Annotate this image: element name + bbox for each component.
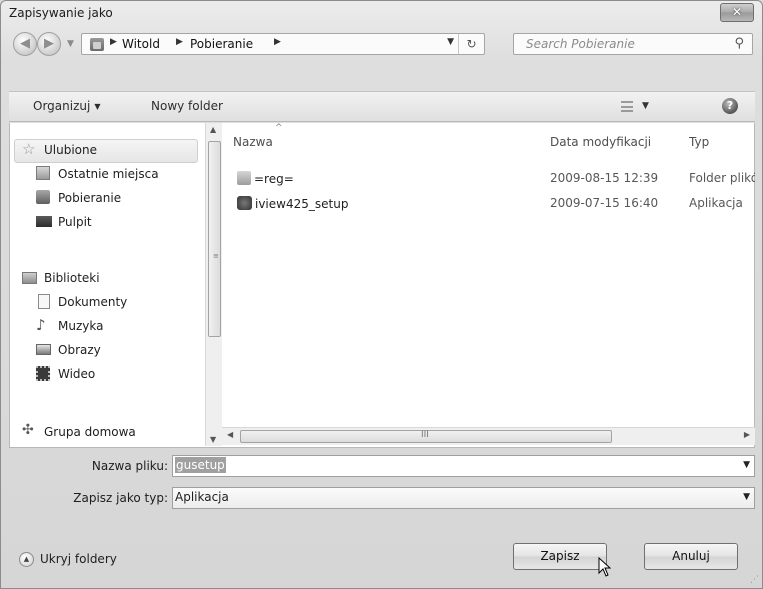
navpane-vertical-scrollbar[interactable]: ▲ ≡ ▼ [205, 123, 222, 446]
nav-item-label: Obrazy [58, 343, 101, 357]
chevron-down-icon[interactable]: ▼ [743, 492, 750, 502]
breadcrumb-item-witold[interactable]: Witold [122, 37, 160, 51]
filetype-select[interactable]: Aplikacja ▼ [172, 487, 755, 509]
address-bar[interactable]: ▶ Witold ▶ Pobieranie ▶ ▼ ↻ [81, 33, 485, 55]
filename-field[interactable]: gusetup ▼ [172, 455, 755, 477]
breadcrumb-separator-icon[interactable]: ▶ [176, 37, 183, 47]
save-as-dialog: Zapisywanie jako ✕ ◀ ▶ ▼ ▶ Witold ▶ Pobi… [0, 0, 763, 589]
forward-arrow-icon: ▶ [44, 36, 54, 51]
views-dropdown-icon[interactable]: ▼ [642, 101, 649, 111]
selected-highlight [14, 139, 198, 163]
star-icon: ☆ [22, 140, 36, 158]
file-type: Folder plików [689, 171, 755, 185]
filelist-horizontal-scrollbar[interactable]: ◀ III ▶ [222, 427, 755, 445]
command-toolbar: Organizuj ▼ Nowy folder ▼ ? [9, 91, 755, 122]
recent-places-icon [36, 166, 50, 180]
save-button[interactable]: Zapisz [513, 543, 607, 570]
title-bar: Zapisywanie jako ✕ [1, 1, 762, 25]
file-date: 2009-07-15 16:40 [550, 196, 659, 210]
filetype-value: Aplikacja [175, 490, 229, 504]
file-type: Aplikacja [689, 196, 743, 210]
window-title: Zapisywanie jako [9, 6, 113, 20]
search-input[interactable]: Search Pobieranie ⚲ [513, 33, 753, 55]
chevron-down-icon: ▼ [94, 102, 101, 111]
desktop-icon [36, 216, 52, 227]
search-placeholder: Search Pobieranie [526, 37, 635, 51]
documents-icon [38, 294, 50, 309]
cancel-button[interactable]: Anuluj [644, 543, 738, 570]
mouse-cursor-icon [598, 557, 612, 577]
scrollbar-thumb[interactable]: III [240, 430, 612, 443]
column-header-date[interactable]: Data modyfikacji [550, 135, 651, 149]
sort-ascending-icon: ^ [275, 123, 283, 133]
collapse-arrow-icon: ▲ [19, 552, 34, 567]
help-icon[interactable]: ? [722, 98, 738, 114]
browser-area: ☆ Ulubione Ostatnie miejsca Pobieranie P… [9, 123, 755, 448]
filename-value: gusetup [175, 457, 226, 473]
scroll-right-icon[interactable]: ▶ [744, 430, 750, 439]
organize-menu-button[interactable]: Organizuj ▼ [33, 99, 100, 113]
forward-button[interactable]: ▶ [37, 32, 61, 56]
column-header-type[interactable]: Typ [689, 135, 709, 149]
recent-pages-dropdown-icon[interactable]: ▼ [67, 39, 74, 49]
file-name: iview425_setup [255, 197, 349, 211]
close-button[interactable]: ✕ [720, 3, 754, 22]
pictures-icon [36, 344, 51, 355]
organize-label: Organizuj [33, 99, 91, 113]
new-folder-button[interactable]: Nowy folder [151, 99, 223, 113]
search-icon[interactable]: ⚲ [734, 36, 744, 51]
back-arrow-icon: ◀ [20, 36, 30, 51]
back-button[interactable]: ◀ [13, 32, 37, 56]
column-header-name[interactable]: Nazwa [233, 135, 273, 149]
file-list: ^ Nazwa Data modyfikacji Typ =reg= 2009-… [223, 123, 755, 446]
music-icon: ♪ [36, 316, 46, 334]
scroll-up-icon[interactable]: ▲ [210, 125, 216, 134]
libraries-icon [22, 272, 37, 284]
nav-item-label: Pulpit [58, 215, 92, 229]
scroll-down-icon[interactable]: ▼ [210, 435, 216, 444]
hide-folders-label: Ukryj foldery [40, 552, 117, 566]
views-icon[interactable] [621, 101, 633, 112]
nav-item-label: Ostatnie miejsca [58, 167, 159, 181]
application-icon [237, 196, 252, 210]
scrollbar-thumb[interactable]: ≡ [208, 141, 221, 337]
nav-item-label: Biblioteki [44, 271, 100, 285]
chevron-down-icon[interactable]: ▼ [743, 460, 750, 470]
breadcrumb-separator-icon[interactable]: ▶ [274, 37, 281, 47]
nav-item-label: Wideo [58, 367, 96, 381]
nav-item-label: Dokumenty [58, 295, 128, 309]
folder-icon [90, 38, 104, 51]
resize-grip-icon[interactable]: ⋰ [750, 575, 759, 585]
nav-item-label: Pobieranie [58, 191, 122, 205]
nav-item-label: Grupa domowa [44, 425, 136, 439]
refresh-button[interactable]: ↻ [458, 34, 484, 54]
filename-label: Nazwa pliku: [91, 459, 168, 473]
breadcrumb-separator-icon[interactable]: ▶ [110, 37, 117, 47]
folder-icon [237, 171, 251, 185]
breadcrumb-item-pobieranie[interactable]: Pobieranie [190, 37, 253, 51]
downloads-folder-icon [36, 190, 50, 204]
navigation-bar: ◀ ▶ ▼ ▶ Witold ▶ Pobieranie ▶ ▼ ↻ Search… [1, 27, 762, 61]
nav-item-label: Muzyka [58, 319, 104, 333]
nav-item-label: Ulubione [44, 143, 98, 157]
filetype-label: Zapisz jako typ: [73, 491, 168, 505]
address-dropdown-icon[interactable]: ▼ [447, 37, 454, 47]
file-name: =reg= [254, 172, 294, 186]
scroll-left-icon[interactable]: ◀ [227, 430, 233, 439]
video-icon [36, 366, 50, 381]
file-date: 2009-08-15 12:39 [550, 171, 659, 185]
navigation-pane: ☆ Ulubione Ostatnie miejsca Pobieranie P… [10, 123, 206, 446]
homegroup-icon: ✣ [22, 422, 34, 438]
